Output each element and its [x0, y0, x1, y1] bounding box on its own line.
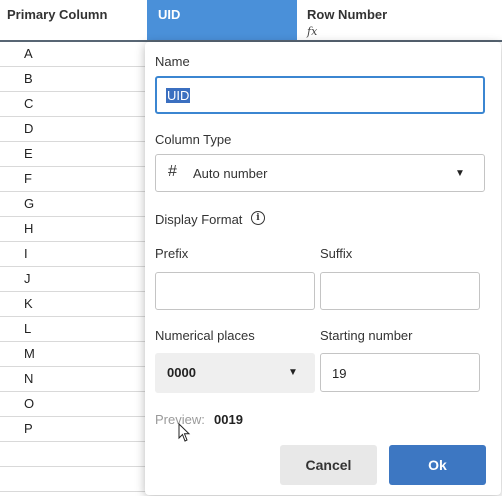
table-row[interactable]: H	[0, 217, 147, 242]
table-row[interactable]	[0, 467, 147, 492]
column-header-empty	[447, 0, 502, 42]
table-row[interactable]: O	[0, 392, 147, 417]
table-row[interactable]: B	[0, 67, 147, 92]
starting-number-label: Starting number	[320, 328, 413, 343]
display-format-label: Display Format	[155, 212, 243, 227]
column-header-uid[interactable]: UID	[147, 0, 297, 42]
table-row[interactable]: K	[0, 292, 147, 317]
starting-number-input[interactable]: 19	[320, 353, 480, 392]
ok-button[interactable]: Ok	[389, 445, 486, 485]
prefix-label: Prefix	[155, 246, 189, 261]
primary-column-rows: ABCDEFGHIJKLMNOP	[0, 42, 147, 492]
column-header-label: Primary Column	[7, 7, 108, 22]
hash-icon: #	[168, 163, 177, 180]
table-row[interactable]: E	[0, 142, 147, 167]
name-input[interactable]: UID	[155, 76, 485, 114]
column-type-select[interactable]: # Auto number ▼	[155, 154, 485, 192]
formula-fx-icon: fx	[307, 25, 318, 38]
table-row[interactable]: I	[0, 242, 147, 267]
numerical-places-value: 0000	[167, 365, 196, 380]
column-header-row-number[interactable]: Row Number fx	[297, 0, 447, 42]
numerical-places-select[interactable]: 0000 ▼	[155, 353, 315, 393]
table-row[interactable]: C	[0, 92, 147, 117]
name-label: Name	[155, 54, 190, 69]
numerical-places-label: Numerical places	[155, 328, 255, 343]
prefix-input[interactable]	[155, 272, 315, 310]
name-input-selected-text: UID	[166, 88, 191, 103]
table-row[interactable]: A	[0, 42, 147, 67]
column-type-label: Column Type	[155, 132, 232, 147]
chevron-down-icon: ▼	[288, 367, 298, 378]
table-row[interactable]: N	[0, 367, 147, 392]
column-header-label: UID	[158, 7, 181, 22]
table-row[interactable]: P	[0, 417, 147, 442]
preview-value: 0019	[214, 412, 243, 427]
chevron-down-icon: ▼	[455, 168, 465, 179]
column-properties-dialog: Name UID Column Type # Auto number ▼ Dis…	[145, 42, 501, 495]
table-row[interactable]: G	[0, 192, 147, 217]
table-row[interactable]: J	[0, 267, 147, 292]
starting-number-value: 19	[332, 366, 347, 381]
column-header-label: Row Number	[307, 7, 388, 22]
table-row[interactable]: L	[0, 317, 147, 342]
info-icon[interactable]: i	[251, 211, 265, 225]
column-header-primary[interactable]: Primary Column	[0, 0, 147, 42]
table-row[interactable]: D	[0, 117, 147, 142]
cancel-button[interactable]: Cancel	[280, 445, 377, 485]
table-row[interactable]: F	[0, 167, 147, 192]
mouse-pointer-icon	[178, 423, 191, 442]
suffix-input[interactable]	[320, 272, 480, 310]
suffix-label: Suffix	[320, 246, 353, 261]
column-type-value: Auto number	[193, 166, 268, 181]
table-row[interactable]	[0, 442, 147, 467]
table-row[interactable]: M	[0, 342, 147, 367]
